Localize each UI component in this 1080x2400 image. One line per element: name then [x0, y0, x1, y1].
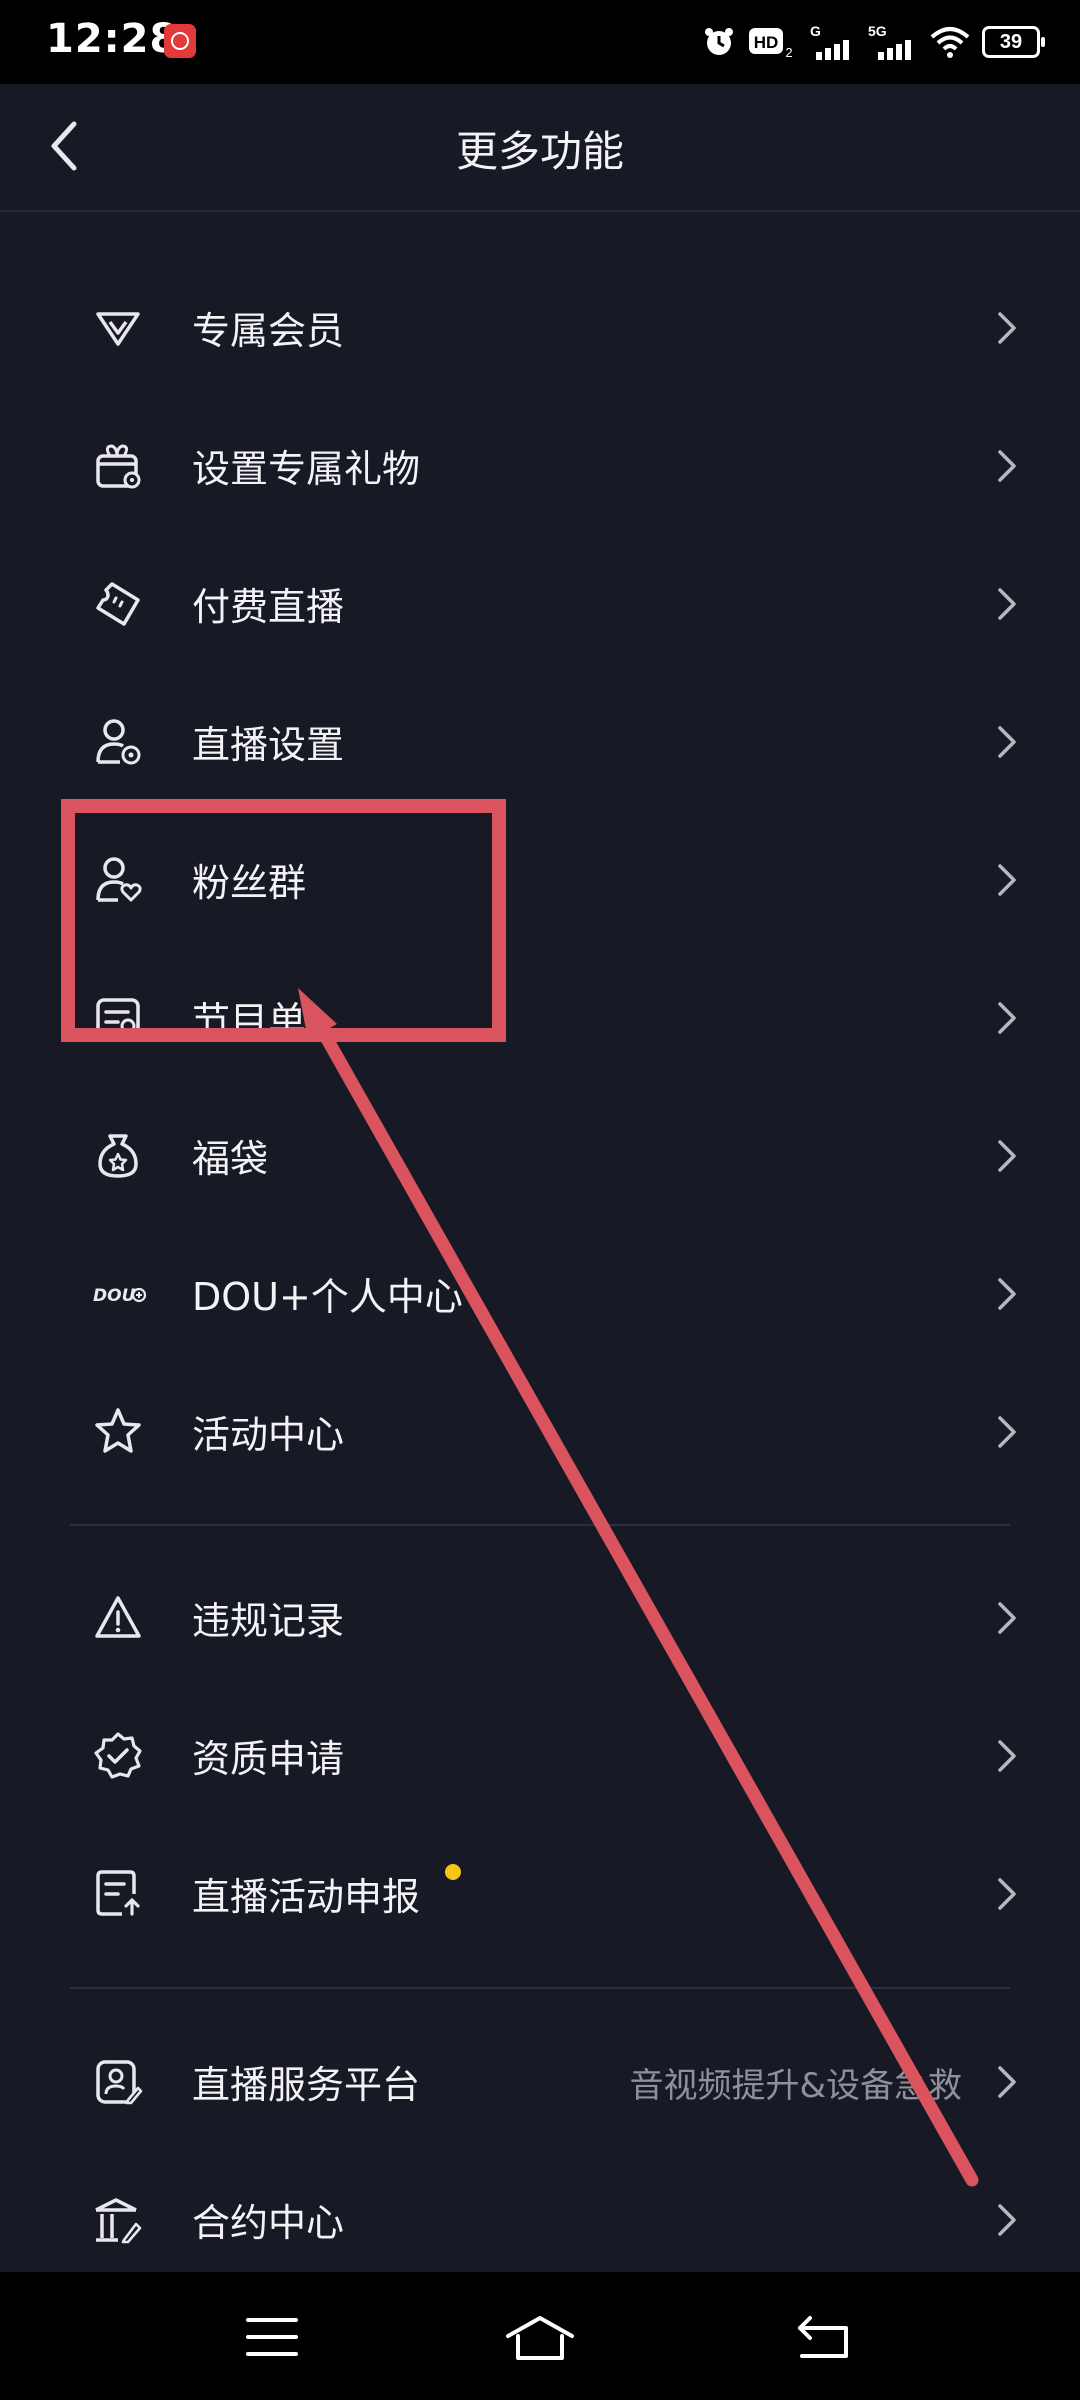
chevron-right-icon: [998, 450, 1016, 482]
section-divider: [70, 1524, 1010, 1526]
menu-label: 合约中心: [192, 2201, 345, 2245]
chevron-right-icon: [998, 864, 1016, 896]
page-title: 更多功能: [455, 127, 624, 176]
user-settings-icon: [96, 719, 141, 765]
signal-2-icon: 5G: [868, 23, 911, 60]
menu-label: 直播设置: [192, 723, 345, 767]
hamburger-icon: [246, 2318, 298, 2356]
home-icon: [506, 2316, 574, 2360]
menu-item-activity-report[interactable]: 直播活动申报: [0, 1824, 1080, 1962]
chevron-right-icon: [998, 588, 1016, 620]
menu-label: 资质申请: [192, 1737, 345, 1781]
star-icon: [95, 1408, 141, 1453]
gift-icon: [96, 444, 141, 489]
wifi-icon: [930, 27, 970, 58]
ticket-icon: [96, 582, 140, 626]
warning-icon: [95, 1596, 141, 1638]
chevron-right-icon: [998, 1602, 1016, 1634]
menu-subtitle: 音视频提升&设备急救: [629, 2066, 962, 2106]
chevron-right-icon: [998, 2204, 1016, 2236]
menu-label: 设置专属礼物: [192, 447, 421, 491]
signal-1-icon: G: [810, 23, 849, 60]
status-time: 12:28: [46, 16, 179, 62]
dou-plus-icon: DOU: [93, 1286, 147, 1306]
status-bar: 12:28 HD 2 G 5G 39: [0, 0, 1080, 84]
menu-item-fan-group[interactable]: 粉丝群: [0, 810, 1080, 948]
menu-item-qualification[interactable]: 资质申请: [0, 1686, 1080, 1824]
contract-icon: [95, 2198, 142, 2244]
menu-item-violation-record[interactable]: 违规记录: [0, 1548, 1080, 1686]
menu-item-activity-center[interactable]: 活动中心: [0, 1362, 1080, 1500]
vip-icon: [96, 312, 140, 346]
hd-label: HD: [754, 33, 779, 52]
menu-item-vip[interactable]: 专属会员: [0, 258, 1080, 396]
service-platform-icon: [96, 2060, 143, 2105]
menu-item-lucky-bag[interactable]: 福袋: [0, 1086, 1080, 1224]
chevron-right-icon: [998, 1140, 1016, 1172]
menu-label: 违规记录: [192, 1599, 345, 1643]
menu-label: 节目单: [192, 999, 307, 1043]
menu-label: 专属会员: [192, 309, 345, 353]
svg-text:2: 2: [785, 45, 792, 59]
menu-item-program-list[interactable]: 节目单: [0, 948, 1080, 1086]
battery-indicator: 39: [982, 26, 1045, 58]
verified-badge-icon: [94, 1732, 142, 1779]
chevron-right-icon: [998, 312, 1016, 344]
chevron-right-icon: [998, 1878, 1016, 1910]
dou-icon-text: DOU: [93, 1286, 136, 1306]
alarm-icon: [705, 28, 733, 55]
menu-item-exclusive-gift[interactable]: 设置专属礼物: [0, 396, 1080, 534]
menu-label: DOU+个人中心: [192, 1275, 463, 1319]
fan-group-icon: [96, 857, 142, 902]
chevron-right-icon: [998, 2066, 1016, 2098]
menu-label: 直播服务平台: [192, 2063, 421, 2107]
program-list-icon: [96, 998, 140, 1038]
return-arrow-icon: [798, 2316, 848, 2358]
chevron-right-icon: [998, 1740, 1016, 1772]
menu-item-contract-center[interactable]: 合约中心: [0, 2150, 1080, 2288]
net-label-2: 5G: [868, 23, 887, 39]
menu-item-service-platform[interactable]: 直播服务平台 音视频提升&设备急救: [0, 2012, 1080, 2150]
chevron-right-icon: [998, 726, 1016, 758]
chevron-right-icon: [998, 1278, 1016, 1310]
menu-item-dou-plus[interactable]: DOU DOU+个人中心: [0, 1224, 1080, 1362]
report-upload-icon: [96, 1870, 140, 1916]
menu-label: 粉丝群: [192, 861, 307, 905]
system-nav-bar: [0, 2272, 1080, 2400]
net-label-1: G: [810, 23, 821, 39]
menu-nav-button[interactable]: [242, 2312, 302, 2362]
app-notification-icon: [164, 24, 196, 58]
lucky-bag-icon: [98, 1134, 138, 1178]
home-nav-button[interactable]: [504, 2312, 576, 2362]
chevron-right-icon: [998, 1002, 1016, 1034]
more-functions-screen: 更多功能 专属会员 设置专属礼物 付费直播 直播设置 粉丝群 节目单 福袋 DO…: [0, 84, 1080, 2272]
section-divider: [70, 1987, 1010, 1989]
menu-item-live-settings[interactable]: 直播设置: [0, 672, 1080, 810]
menu-label: 活动中心: [192, 1413, 345, 1457]
header: 更多功能: [0, 84, 1080, 212]
menu-item-paid-live[interactable]: 付费直播: [0, 534, 1080, 672]
menu-label: 福袋: [192, 1137, 269, 1181]
status-icons: HD 2 G 5G 39: [702, 20, 1045, 64]
menu-label: 直播活动申报: [192, 1875, 421, 1919]
new-badge: [445, 1864, 461, 1880]
back-nav-button[interactable]: [792, 2312, 852, 2362]
hd-icon: HD 2: [749, 28, 793, 59]
menu-label: 付费直播: [192, 585, 345, 629]
chevron-right-icon: [998, 1416, 1016, 1448]
